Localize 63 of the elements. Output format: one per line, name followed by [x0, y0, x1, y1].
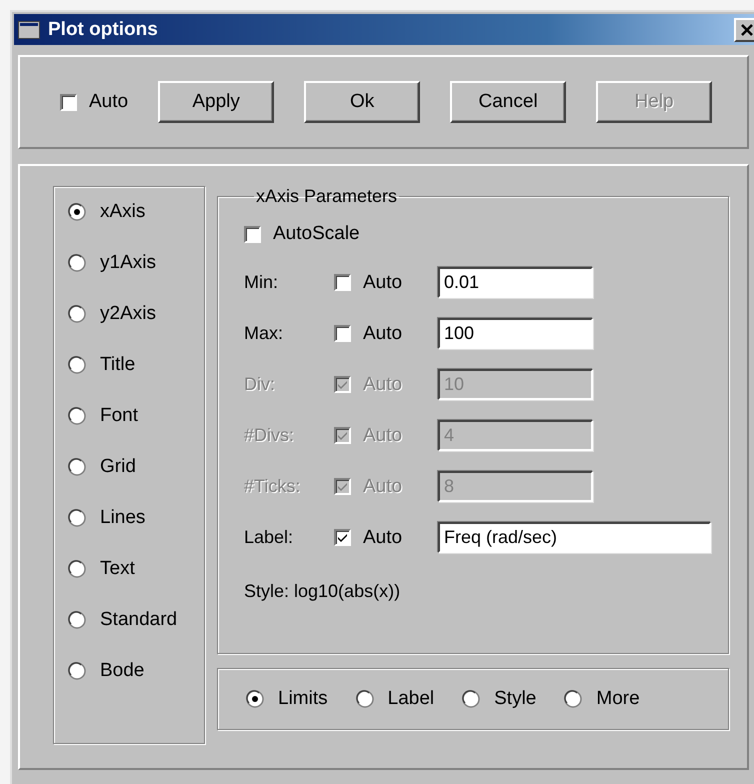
input-field[interactable]: Freq (rad/sec)	[438, 522, 711, 553]
radio-button[interactable]	[462, 690, 480, 708]
radio-label: Text	[100, 558, 135, 580]
checkbox-label: Auto	[89, 91, 128, 113]
close-icon	[741, 24, 753, 36]
radio-button[interactable]	[68, 509, 86, 527]
radio-label: Bode	[100, 660, 144, 682]
field-label: #Divs:	[244, 425, 296, 446]
radio-label: y1Axis	[100, 252, 156, 274]
radio-button[interactable]	[68, 254, 86, 272]
check-icon	[337, 532, 348, 542]
radio-label: Grid	[100, 456, 136, 478]
field-label: Div:	[244, 374, 276, 395]
radio-label: More	[596, 688, 640, 710]
radio-button[interactable]	[68, 407, 86, 425]
checkbox[interactable]	[334, 274, 351, 291]
radio-label: Limits	[278, 688, 328, 710]
dialog-button[interactable]: Ok	[304, 81, 420, 123]
radio-button[interactable]	[68, 203, 86, 221]
radio-button[interactable]	[68, 458, 86, 476]
radio-button[interactable]	[68, 305, 86, 323]
checkbox[interactable]	[334, 529, 351, 546]
field-label: Max:	[244, 323, 284, 344]
checkbox-label: Auto	[363, 424, 402, 446]
radio-label: Style	[494, 688, 536, 710]
check-icon	[337, 430, 348, 440]
radio-label: Title	[100, 354, 136, 376]
checkbox[interactable]	[60, 94, 77, 110]
radio-button[interactable]	[68, 662, 86, 680]
input-field[interactable]: 0.01	[438, 267, 593, 298]
style-text: Style: log10(abs(x))	[244, 581, 402, 602]
radio-label: Label	[388, 688, 434, 710]
radio-label: Font	[100, 405, 138, 427]
radio-button[interactable]	[68, 356, 86, 374]
close-button[interactable]	[734, 18, 754, 42]
checkbox-label: AutoScale	[273, 223, 360, 245]
field-label: Min:	[244, 272, 280, 293]
radio-button[interactable]	[564, 690, 582, 708]
radio-button[interactable]	[68, 611, 86, 629]
field-label: #Ticks:	[244, 476, 302, 497]
radio-button[interactable]	[68, 560, 86, 578]
checkbox-label: Auto	[363, 374, 402, 396]
dialog-button[interactable]: Apply	[158, 81, 274, 123]
checkbox-label: Auto	[363, 272, 402, 294]
checkbox[interactable]	[244, 226, 261, 242]
checkbox[interactable]	[334, 325, 351, 342]
window-icon	[18, 20, 40, 38]
field-label: Label:	[244, 527, 294, 548]
radio-label: Lines	[100, 507, 146, 529]
radio-button[interactable]	[356, 690, 374, 708]
radio-label: y2Axis	[100, 303, 156, 325]
window-title: Plot options	[48, 18, 159, 40]
dialog-button[interactable]: Cancel	[450, 81, 566, 123]
check-icon	[337, 380, 348, 390]
group-title: xAxis Parameters	[255, 186, 398, 207]
checkbox-label: Auto	[363, 476, 402, 498]
radio-button[interactable]	[246, 690, 264, 708]
input-field[interactable]: 100	[438, 318, 593, 349]
check-icon	[337, 482, 348, 492]
radio-label: xAxis	[100, 201, 146, 223]
checkbox-label: Auto	[363, 526, 402, 548]
radio-label: Standard	[100, 609, 178, 631]
checkbox-label: Auto	[363, 322, 402, 344]
